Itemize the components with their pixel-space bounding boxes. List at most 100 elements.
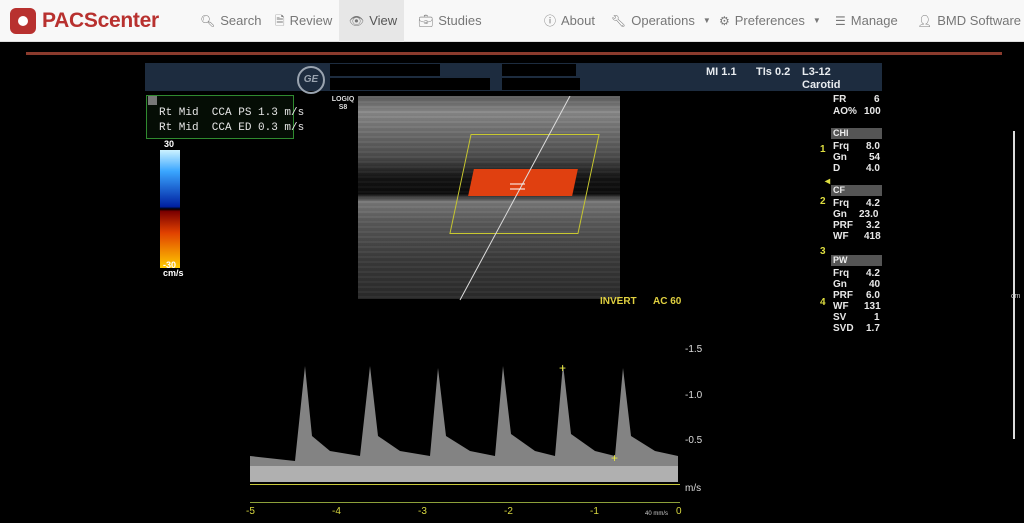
time-tick-minus5: -5 (246, 506, 255, 517)
nav-studies-label: Studies (438, 13, 482, 28)
measurement-box: Rt Mid CCA PS 1.3 m/s Rt Mid CCA ED 0.3 … (146, 95, 304, 139)
nav-preferences-label: Preferences (734, 13, 805, 28)
pw-svd-value: 1.7 (866, 323, 880, 334)
brand-logo[interactable]: PACScenter (10, 7, 159, 35)
pacscenter-logo-icon (10, 8, 36, 34)
ruler-unit: cm (1011, 293, 1021, 300)
nav-view-label: View (369, 13, 398, 28)
viewer-separator (26, 52, 1002, 55)
pw-prf-label: PRF (833, 290, 853, 301)
chi-frq-value: 8.0 (866, 141, 880, 152)
ge-logo: GE (297, 66, 325, 94)
cf-prf-value: 3.2 (866, 220, 880, 231)
nav-about[interactable]: ⓘ About (534, 0, 605, 42)
measurement-ps: Rt Mid CCA PS 1.3 m/s (159, 107, 305, 119)
ultrasound-viewer[interactable]: GE MI 1.1 TIs 0.2 L3-12 Carotid Rt Mid C… (0, 56, 1024, 523)
nav-user-label: BMD Software (937, 13, 1022, 28)
chi-d-value: 4.0 (866, 163, 880, 174)
pw-section-header: PW (831, 255, 882, 266)
doppler-cursor-line (459, 96, 571, 301)
cf-section-header: CF (831, 185, 882, 196)
redacted-date (502, 78, 580, 90)
nav-manage[interactable]: ☰ Manage (825, 0, 908, 42)
mi-value: MI 1.1 (706, 66, 737, 78)
depth-mark-4: 4 (820, 297, 826, 308)
user-icon: 👤︎ (917, 14, 933, 28)
cf-wf-label: WF (833, 231, 849, 242)
nav-manage-label: Manage (850, 13, 898, 28)
depth-mark-3: 3 (820, 246, 826, 257)
svg-text:+: + (611, 451, 618, 465)
cf-gn-label: Gn (833, 209, 847, 220)
velocity-tick-1-0: -1.0 (685, 390, 703, 401)
doppler-spectrum[interactable]: + + (250, 306, 678, 486)
pw-sv-value: 1 (874, 312, 880, 323)
probe-name: L3-12 (802, 66, 831, 78)
cf-prf-label: PRF (833, 220, 853, 231)
pw-gn-value: 40 (869, 279, 881, 290)
time-tick-0: 0 (676, 506, 682, 517)
nav-studies[interactable]: 💼︎ Studies (408, 0, 492, 42)
time-tick-minus3: -3 (418, 506, 427, 517)
chi-frq-label: Frq (833, 141, 850, 152)
chi-gn-label: Gn (833, 152, 847, 163)
redacted-patient-name (330, 64, 440, 76)
measurement-icon (148, 96, 157, 105)
pw-wf-label: WF (833, 301, 849, 312)
search-icon: 🔍︎ (200, 14, 216, 28)
nav-user-menu[interactable]: 👤︎ BMD Software ▼ (907, 0, 1024, 42)
nav-preferences[interactable]: ⚙ Preferences ▼ (709, 0, 831, 42)
redacted-patient-id (330, 78, 490, 90)
device-label: LOGIQ S8 (331, 96, 355, 111)
spectrum-baseline (250, 484, 680, 485)
cf-gn-value: 23.0 (859, 209, 879, 220)
cf-frq-value: 4.2 (866, 198, 880, 209)
velocity-tick-0-5: -0.5 (685, 435, 703, 446)
sweep-speed: 40 mm/s (645, 511, 669, 517)
param-fr-value: 6 (874, 94, 880, 105)
color-scale-top: 30 (164, 139, 175, 149)
brand-name: PACScenter (42, 9, 159, 32)
gears-icon: ⚙ (719, 14, 730, 28)
depth-ruler (1003, 131, 1015, 439)
chi-gn-value: 54 (869, 152, 881, 163)
pw-frq-value: 4.2 (866, 268, 880, 279)
nav-review[interactable]: 🗎︎ Review (265, 0, 342, 42)
nav-about-label: About (561, 13, 595, 28)
param-ao-label: AO% (833, 106, 857, 117)
chi-d-label: D (833, 163, 841, 174)
pw-sv-label: SV (833, 312, 847, 323)
measurement-ed: Rt Mid CCA ED 0.3 m/s (159, 122, 305, 134)
svg-text:+: + (559, 361, 566, 375)
nav-view[interactable]: 👁︎ View (339, 0, 404, 42)
depth-mark-1: 1 (820, 144, 826, 155)
chi-section-header: CHI (831, 128, 882, 139)
velocity-tick-1-5: -1.5 (685, 344, 703, 355)
param-fr-label: FR (833, 94, 847, 105)
pw-svd-label: SVD (833, 323, 854, 334)
wrench-icon: 🔧︎ (611, 14, 627, 28)
time-tick-minus1: -1 (590, 506, 599, 517)
redacted-institution (502, 64, 576, 76)
color-scale-unit: cm/s (163, 268, 184, 278)
nav-review-label: Review (289, 13, 333, 28)
eye-icon: 👁︎ (349, 14, 365, 28)
pw-gn-label: Gn (833, 279, 847, 290)
tis-value: TIs 0.2 (756, 66, 791, 78)
top-navbar: PACScenter 🔍︎ Search 🗎︎ Review 👁︎ View 💼… (0, 0, 1024, 42)
depth-mark-2: 2 (820, 196, 826, 207)
time-tick-minus2: -2 (504, 506, 513, 517)
nav-operations[interactable]: 🔧︎ Operations ▼ (601, 0, 721, 42)
list-icon: ☰ (835, 14, 846, 28)
briefcase-icon: 💼︎ (418, 14, 434, 28)
focus-marker-icon: ◂ (825, 176, 831, 187)
time-tick-minus4: -4 (332, 506, 341, 517)
document-icon: 🗎︎ (275, 14, 285, 28)
chevron-down-icon: ▼ (812, 16, 821, 25)
nav-search[interactable]: 🔍︎ Search (190, 0, 271, 42)
cf-wf-value: 418 (864, 231, 881, 242)
pw-prf-value: 6.0 (866, 290, 880, 301)
preset-name: Carotid (802, 79, 841, 91)
nav-operations-label: Operations (631, 13, 695, 28)
time-axis (250, 502, 680, 503)
